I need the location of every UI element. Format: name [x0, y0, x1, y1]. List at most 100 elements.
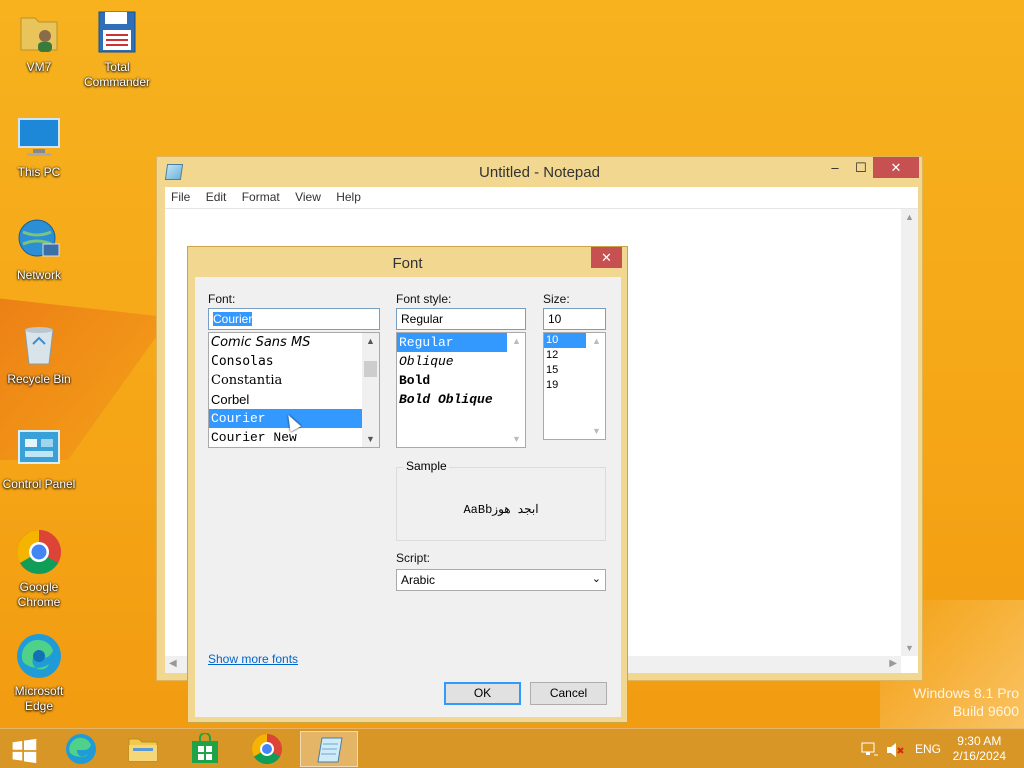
desktop-icon-vm7[interactable]: VM7 [1, 8, 77, 75]
clock-date: 2/16/2024 [952, 749, 1006, 763]
style-list-item-selected[interactable]: Regular [397, 333, 507, 352]
folder-user-icon [15, 8, 63, 56]
sample-text: AaBbابجد هوز [463, 503, 539, 517]
menu-format[interactable]: Format [236, 187, 286, 204]
desktop-icon-recycle-bin[interactable]: Recycle Bin [1, 320, 77, 387]
script-select[interactable]: Arabic ⌄ [396, 569, 606, 591]
font-label: Font: [208, 292, 236, 306]
font-dialog-title[interactable]: Font [188, 247, 627, 277]
desktop-icon-this-pc[interactable]: This PC [1, 113, 77, 180]
taskbar-notepad[interactable] [300, 731, 358, 767]
dialog-close-button[interactable]: ✕ [591, 247, 622, 268]
font-list[interactable]: Comic Sans MS Consolas Constantia Corbel… [208, 332, 380, 448]
network-tray-icon[interactable] [860, 729, 880, 768]
desktop-icon-label: Microsoft Edge [14, 684, 64, 713]
menu-file[interactable]: File [165, 187, 196, 204]
desktop-icon-google-chrome[interactable]: Google Chrome [1, 528, 77, 610]
style-list-item[interactable]: Bold [397, 371, 525, 390]
ok-button[interactable]: OK [444, 682, 521, 705]
size-list-item-selected[interactable]: 10 [544, 333, 586, 348]
style-list-item[interactable]: Oblique [397, 352, 525, 371]
desktop-icon-network[interactable]: Network [1, 216, 77, 283]
desktop-icon-label: Google Chrome [17, 580, 61, 609]
scroll-up-icon[interactable]: ▲ [366, 336, 375, 346]
desktop-icon-label: Network [16, 268, 61, 282]
taskbar-chrome[interactable] [238, 731, 296, 767]
chrome-icon [251, 734, 282, 765]
sample-label: Sample [404, 459, 449, 473]
minimize-button[interactable]: – [821, 157, 849, 178]
desktop-icon-label: This PC [17, 165, 61, 179]
scroll-right-icon[interactable]: ▶ [889, 658, 897, 669]
font-dialog-body: Font: Courier Comic Sans MS Consolas Con… [195, 277, 621, 717]
size-label: Size: [543, 292, 570, 306]
scroll-up-icon[interactable]: ▲ [592, 336, 601, 346]
volume-muted-icon[interactable] [885, 729, 905, 768]
desktop-icon-label: Total Commander [83, 60, 151, 89]
store-icon [192, 733, 218, 763]
chevron-down-icon[interactable]: ⌄ [592, 572, 601, 585]
notepad-menubar: File Edit Format View Help [165, 187, 918, 209]
script-value: Arabic [401, 573, 436, 587]
size-list[interactable]: 10 12 15 19 ▲ ▼ [543, 332, 606, 440]
cancel-button[interactable]: Cancel [530, 682, 607, 705]
scroll-up-icon[interactable]: ▲ [512, 336, 521, 346]
start-button[interactable] [0, 731, 58, 767]
style-list-item[interactable]: Bold Oblique [397, 390, 525, 409]
language-indicator[interactable]: ENG [915, 742, 941, 756]
scroll-down-icon[interactable]: ▼ [905, 643, 914, 653]
taskbar-clock[interactable]: 9:30 AM 2/16/2024 [953, 734, 1006, 764]
scroll-down-icon[interactable]: ▼ [366, 434, 375, 444]
taskbar-file-explorer[interactable] [114, 731, 172, 767]
notepad-icon [317, 737, 343, 763]
script-label: Script: [396, 551, 431, 565]
scroll-down-icon[interactable]: ▼ [592, 426, 601, 436]
file-explorer-icon [128, 738, 158, 762]
taskbar-store[interactable] [176, 731, 234, 767]
computer-icon [15, 113, 63, 161]
network-globe-icon [15, 216, 63, 264]
control-panel-icon [15, 425, 63, 473]
font-style-input[interactable]: Regular [396, 308, 526, 330]
notepad-titlebar[interactable]: Untitled - Notepad – ☐ ✕ [157, 157, 922, 187]
scroll-down-icon[interactable]: ▼ [512, 434, 521, 444]
watermark-build: Build 9600 [952, 703, 1019, 719]
maximize-button[interactable]: ☐ [847, 157, 875, 178]
scroll-up-icon[interactable]: ▲ [905, 212, 914, 222]
font-style-list[interactable]: Regular Oblique Bold Bold Oblique ▲ ▼ [396, 332, 526, 448]
font-list-item[interactable]: Consolas [209, 352, 379, 371]
font-list-item[interactable]: Corbel [209, 390, 379, 409]
font-list-item[interactable]: Comic Sans MS [209, 333, 379, 352]
floppy-disk-icon [93, 8, 141, 56]
desktop-icon-microsoft-edge[interactable]: Microsoft Edge [1, 632, 77, 714]
font-name-input[interactable]: Courier [208, 308, 380, 330]
desktop-icon-label: Control Panel [2, 477, 76, 491]
close-button[interactable]: ✕ [873, 157, 919, 178]
menu-edit[interactable]: Edit [200, 187, 233, 204]
chrome-icon [15, 528, 63, 576]
font-list-scrollbar[interactable]: ▲ ▼ [362, 333, 379, 447]
desktop-icon-control-panel[interactable]: Control Panel [1, 425, 77, 492]
font-list-item[interactable]: Courier New [209, 428, 379, 447]
edge-icon [66, 734, 96, 764]
vertical-scrollbar[interactable]: ▲ ▼ [901, 209, 918, 656]
menu-help[interactable]: Help [330, 187, 367, 204]
scroll-left-icon[interactable]: ◀ [169, 658, 177, 669]
show-more-fonts-link[interactable]: Show more fonts [208, 652, 298, 666]
edge-icon [15, 632, 63, 680]
watermark-edition: Windows 8.1 Pro [913, 685, 1019, 701]
taskbar-edge[interactable] [52, 731, 110, 767]
size-list-scrollbar[interactable]: ▲ ▼ [588, 333, 605, 439]
sample-group: Sample AaBbابجد هوز [396, 459, 606, 541]
menu-view[interactable]: View [289, 187, 327, 204]
windows-watermark: Windows 8.1 Pro Build 9600 [913, 684, 1019, 720]
size-input[interactable]: 10 [543, 308, 606, 330]
desktop-icon-label: Recycle Bin [7, 372, 71, 386]
clock-time: 9:30 AM [957, 734, 1002, 748]
recycle-bin-icon [15, 320, 63, 368]
font-list-item[interactable]: Constantia [209, 371, 379, 390]
taskbar: ENG 9:30 AM 2/16/2024 [0, 728, 1024, 768]
style-list-scrollbar[interactable]: ▲ ▼ [508, 333, 525, 447]
desktop-icon-total-commander[interactable]: Total Commander [79, 8, 155, 90]
scroll-thumb[interactable] [364, 361, 377, 377]
